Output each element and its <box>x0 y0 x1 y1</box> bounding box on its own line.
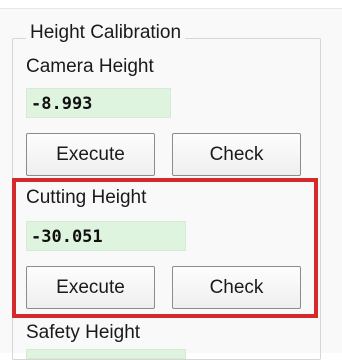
top-divider <box>0 0 342 9</box>
cutting-check-button[interactable]: Check <box>172 266 301 309</box>
cutting-height-value: -30.051 <box>26 221 186 251</box>
camera-execute-label: Execute <box>56 143 125 165</box>
camera-height-value: -8.993 <box>26 88 171 118</box>
height-calibration-panel: Height Calibration Camera Height -8.993 … <box>0 0 342 360</box>
camera-check-button[interactable]: Check <box>172 133 301 176</box>
safety-height-value <box>26 349 186 359</box>
cutting-check-label: Check <box>209 276 264 298</box>
camera-height-label: Camera Height <box>26 56 154 77</box>
group-title: Height Calibration <box>26 22 186 44</box>
cutting-height-label: Cutting Height <box>26 187 147 208</box>
camera-check-label: Check <box>209 143 264 165</box>
cutting-execute-label: Execute <box>56 276 125 298</box>
cutting-execute-button[interactable]: Execute <box>26 266 155 309</box>
safety-height-label: Safety Height <box>26 322 141 343</box>
camera-execute-button[interactable]: Execute <box>26 133 155 176</box>
